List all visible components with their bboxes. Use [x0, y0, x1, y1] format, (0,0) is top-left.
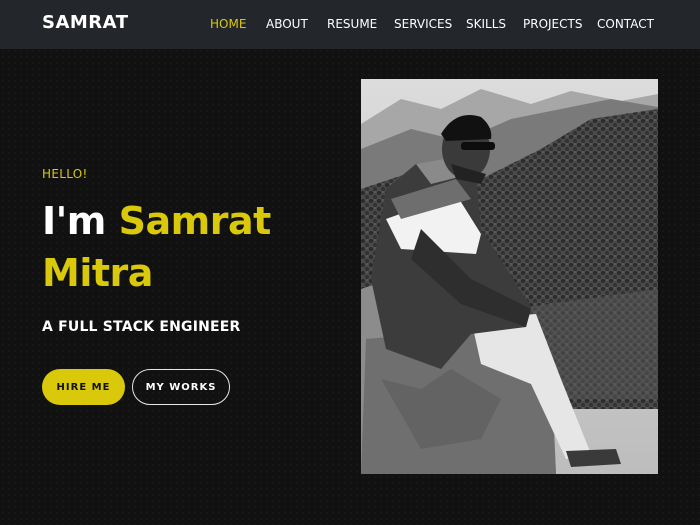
- navbar: SAMRAT HOME ABOUT RESUME SERVICES SKILLS…: [0, 0, 700, 49]
- nav-home[interactable]: HOME: [210, 17, 246, 31]
- my-works-button[interactable]: MY WORKS: [132, 369, 230, 405]
- nav-contact[interactable]: CONTACT: [597, 17, 654, 31]
- nav-resume[interactable]: RESUME: [327, 17, 377, 31]
- headline-first-name: Samrat: [118, 199, 272, 243]
- nav-projects[interactable]: PROJECTS: [523, 17, 582, 31]
- hire-me-button[interactable]: HIRE ME: [42, 369, 125, 405]
- hero-subtitle: A FULL STACK ENGINEER: [42, 319, 241, 335]
- profile-photo-illustration: [361, 79, 658, 474]
- hero-section: HELLO! I'm Samrat Mitra A FULL STACK ENG…: [0, 49, 700, 525]
- headline-prefix: I'm: [42, 199, 106, 243]
- nav-services[interactable]: SERVICES: [394, 17, 452, 31]
- profile-photo: [361, 79, 658, 474]
- hero-headline: I'm Samrat Mitra: [42, 195, 342, 299]
- hero-greeting: HELLO!: [42, 167, 88, 181]
- nav-about[interactable]: ABOUT: [266, 17, 308, 31]
- nav-menu: HOME ABOUT RESUME SERVICES SKILLS PROJEC…: [0, 0, 700, 49]
- headline-last-name: Mitra: [42, 251, 153, 295]
- nav-skills[interactable]: SKILLS: [466, 17, 506, 31]
